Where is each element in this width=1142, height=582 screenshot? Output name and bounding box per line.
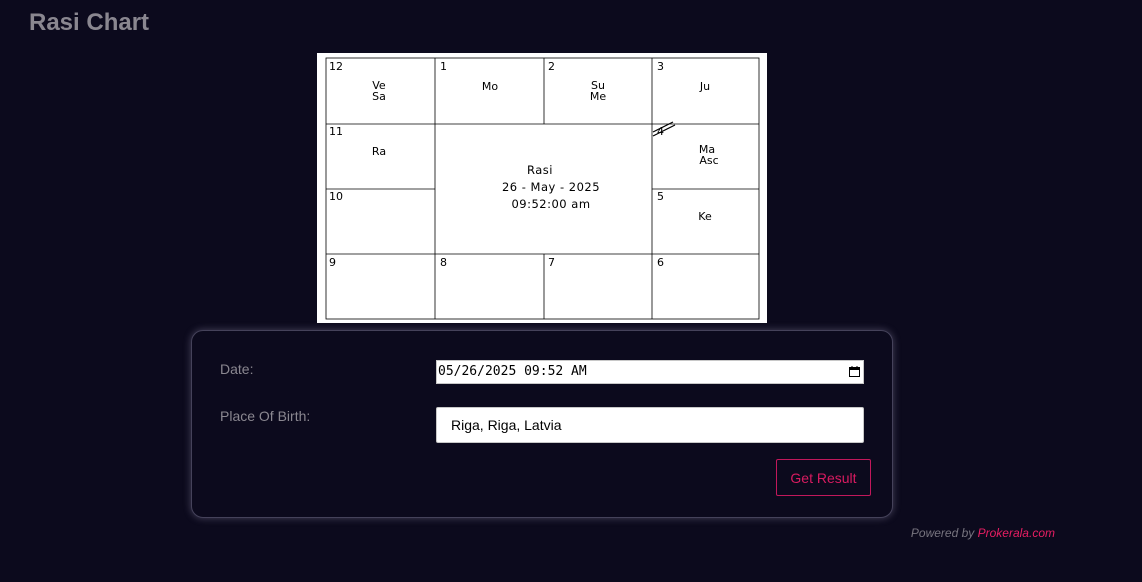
planet-label: Me [590, 90, 606, 103]
house-number-11: 11 [329, 125, 343, 138]
date-input[interactable]: 05/26/2025 09:52 AM [436, 360, 864, 384]
house-number-8: 8 [440, 256, 447, 269]
place-of-birth-label: Place Of Birth: [220, 408, 311, 424]
planet-label: Asc [699, 154, 718, 167]
powered-by-text: Powered by [910, 526, 975, 540]
house-number-1: 1 [440, 60, 447, 73]
house-number-12: 12 [329, 60, 343, 73]
planet-label: Ra [372, 145, 386, 158]
planet-label: Mo [482, 80, 498, 93]
date-input-value: 05/26/2025 09:52 AM [438, 364, 587, 379]
house-number-6: 6 [657, 256, 664, 269]
get-result-button[interactable]: Get Result [776, 459, 871, 496]
powered-by-footer: Powered by Prokerala.com [911, 526, 1055, 540]
house-number-7: 7 [548, 256, 555, 269]
chart-center-time: 09:52:00 am [511, 197, 590, 211]
planet-label: Ju [699, 80, 710, 93]
house-number-3: 3 [657, 60, 664, 73]
rasi-chart: 12 Ve Sa 1 Mo 2 Su Me 3 Ju 11 Ra 4 Ma As… [317, 53, 767, 323]
place-of-birth-input[interactable] [436, 407, 864, 443]
planet-label: Sa [372, 90, 386, 103]
planet-label: Ke [698, 210, 712, 223]
house-number-2: 2 [548, 60, 555, 73]
house-number-10: 10 [329, 190, 343, 203]
house-number-4: 4 [657, 125, 664, 138]
chart-center-date: 26 - May - 2025 [502, 180, 600, 194]
house-number-5: 5 [657, 190, 664, 203]
rasi-chart-svg: 12 Ve Sa 1 Mo 2 Su Me 3 Ju 11 Ra 4 Ma As… [325, 57, 760, 320]
chart-center-title: Rasi [527, 163, 553, 177]
prokerala-link[interactable]: Prokerala.com [978, 526, 1055, 540]
page-title: Rasi Chart [29, 9, 150, 36]
date-label: Date: [220, 361, 254, 377]
calendar-icon[interactable] [849, 366, 860, 377]
birth-details-form: Date: 05/26/2025 09:52 AM Place Of Birth… [191, 330, 893, 518]
house-number-9: 9 [329, 256, 336, 269]
